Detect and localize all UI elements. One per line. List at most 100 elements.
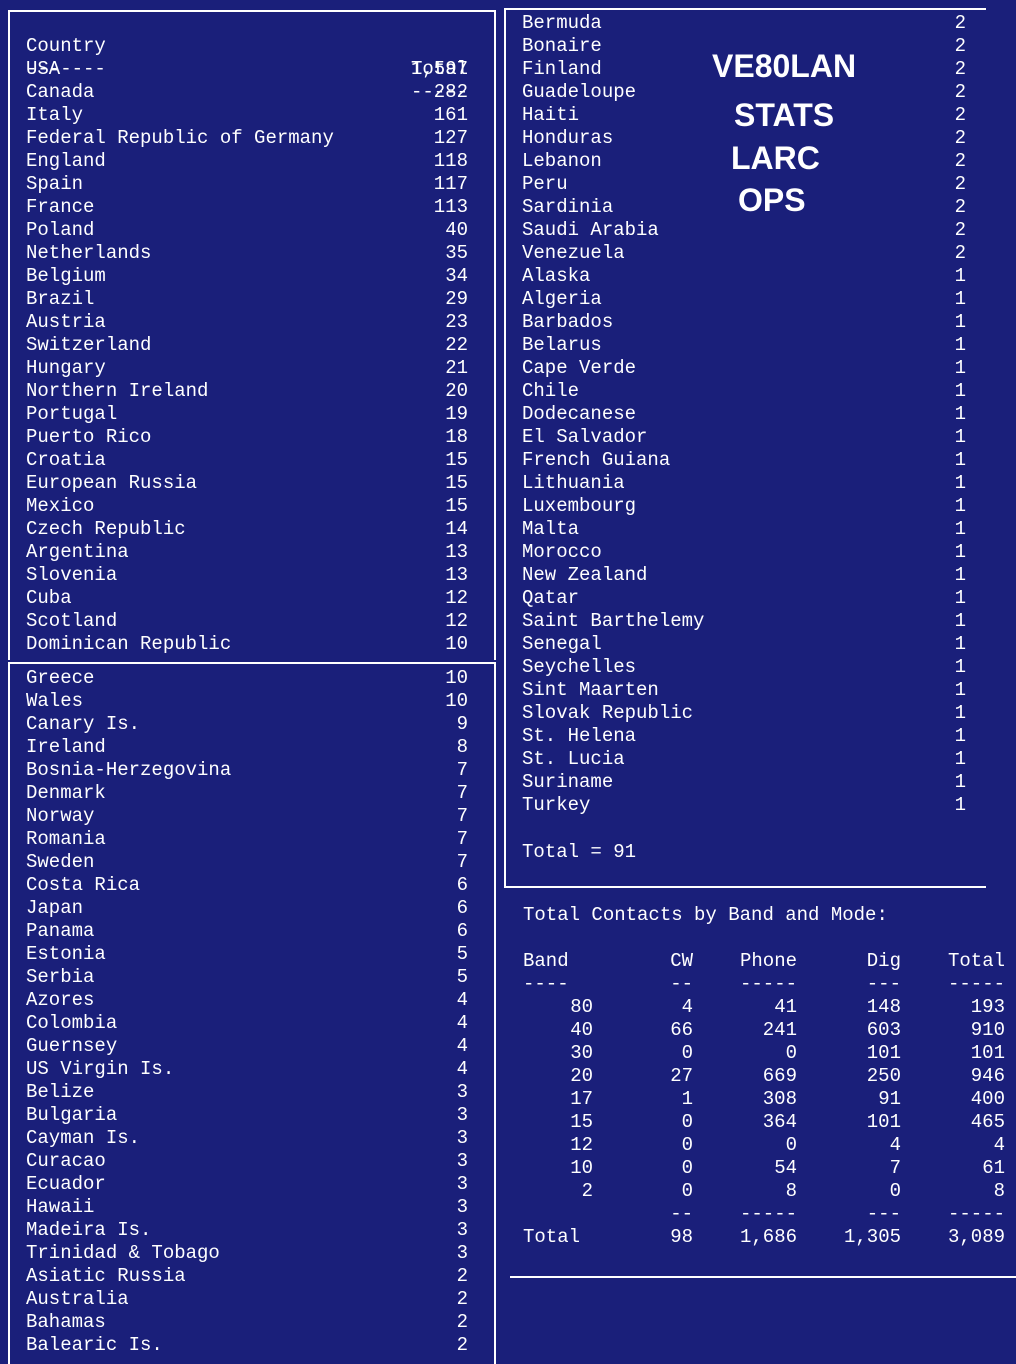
country-name: Guadeloupe bbox=[522, 81, 637, 103]
table-row: Canary Is. 9 bbox=[26, 713, 468, 736]
table-row: Bermuda 2 bbox=[522, 12, 966, 35]
country-name: Venezuela bbox=[522, 242, 625, 264]
band-cell: 20 bbox=[570, 1065, 593, 1087]
country-total: 18 bbox=[445, 426, 468, 448]
cw-cell: 66 bbox=[670, 1019, 693, 1041]
table-row: Mexico 15 bbox=[26, 495, 468, 518]
table-row: Sint Maarten 1 bbox=[522, 679, 966, 702]
country-total: 3 bbox=[456, 1173, 468, 1195]
heading-stats: STATS bbox=[734, 97, 835, 133]
table-row: Curacao 3 bbox=[26, 1150, 468, 1173]
table-row: Ireland 8 bbox=[26, 736, 468, 759]
country-total: 282 bbox=[433, 81, 468, 103]
country-name: Slovenia bbox=[26, 564, 118, 586]
country-total: 13 bbox=[445, 564, 468, 586]
country-name: Slovak Republic bbox=[522, 702, 694, 724]
country-name: Canary Is. bbox=[26, 713, 141, 735]
country-name: Romania bbox=[26, 828, 106, 850]
table-row: Wales 10 bbox=[26, 690, 468, 713]
table-row: Belgium 34 bbox=[26, 265, 468, 288]
table-row: 40 66 241 603 910 bbox=[523, 1019, 1005, 1042]
table-row: 15 0 364 101 465 bbox=[523, 1111, 1005, 1134]
band-column-header: Band bbox=[523, 950, 569, 972]
country-total: 117 bbox=[433, 173, 468, 195]
table-row: Senegal 1 bbox=[522, 633, 966, 656]
country-name: Ecuador bbox=[26, 1173, 106, 1195]
country-total: 1 bbox=[954, 472, 966, 494]
total-cell: 4 bbox=[993, 1134, 1005, 1156]
total-cell: 8 bbox=[993, 1180, 1005, 1202]
country-name: Argentina bbox=[26, 541, 129, 563]
dig-cell: 1,305 bbox=[843, 1226, 901, 1248]
country-name: Morocco bbox=[522, 541, 602, 563]
country-total: 1 bbox=[954, 633, 966, 655]
table-row: Norway 7 bbox=[26, 805, 468, 828]
dig-cell: --- bbox=[866, 1203, 901, 1225]
country-total: 29 bbox=[445, 288, 468, 310]
country-name: Bulgaria bbox=[26, 1104, 118, 1126]
country-name: Belarus bbox=[522, 334, 602, 356]
country-name: El Salvador bbox=[522, 426, 648, 448]
phone-cell: 308 bbox=[762, 1088, 797, 1110]
country-name: Panama bbox=[26, 920, 95, 942]
country-name: Lithuania bbox=[522, 472, 625, 494]
country-total: 6 bbox=[456, 920, 468, 942]
country-total: 7 bbox=[456, 828, 468, 850]
country-name: Qatar bbox=[522, 587, 580, 609]
country-name: Serbia bbox=[26, 966, 95, 988]
country-name: Brazil bbox=[26, 288, 95, 310]
country-total: 1,597 bbox=[410, 58, 468, 80]
band-cell: 80 bbox=[570, 996, 593, 1018]
table-row: Estonia 5 bbox=[26, 943, 468, 966]
country-name: Guernsey bbox=[26, 1035, 118, 1057]
country-name: Australia bbox=[26, 1288, 129, 1310]
country-name: Canada bbox=[26, 81, 95, 103]
table-row: Turkey 1 bbox=[522, 794, 966, 817]
header-divider: ---- -- ----- --- ----- bbox=[523, 973, 1005, 996]
dig-cell: 0 bbox=[889, 1180, 901, 1202]
table-row: Lithuania 1 bbox=[522, 472, 966, 495]
table-row: Barbados 1 bbox=[522, 311, 966, 334]
band-cell: 2 bbox=[581, 1180, 593, 1202]
country-total: 3 bbox=[456, 1196, 468, 1218]
table-row: Czech Republic 14 bbox=[26, 518, 468, 541]
table-row: Austria 23 bbox=[26, 311, 468, 334]
country-name: New Zealand bbox=[522, 564, 648, 586]
table-row: 30 0 0 101 101 bbox=[523, 1042, 1005, 1065]
country-name: Turkey bbox=[522, 794, 591, 816]
country-name: Croatia bbox=[26, 449, 106, 471]
country-name: Hawaii bbox=[26, 1196, 95, 1218]
country-name: Netherlands bbox=[26, 242, 152, 264]
table-row: Belize 3 bbox=[26, 1081, 468, 1104]
table-row: Greece 10 bbox=[26, 667, 468, 690]
table-row: Guernsey 4 bbox=[26, 1035, 468, 1058]
country-name: Sardinia bbox=[522, 196, 614, 218]
country-total: 1 bbox=[954, 564, 966, 586]
dig-divider: --- bbox=[866, 973, 901, 995]
country-total: 23 bbox=[445, 311, 468, 333]
phone-divider: ----- bbox=[739, 973, 797, 995]
cw-cell: 98 bbox=[670, 1226, 693, 1248]
country-total: 1 bbox=[954, 794, 966, 816]
country-total: 2 bbox=[954, 12, 966, 34]
table-row: 2 0 8 0 8 bbox=[523, 1180, 1005, 1203]
band-divider: ---- bbox=[523, 973, 569, 995]
table-row: 20 27 669 250 946 bbox=[523, 1065, 1005, 1088]
country-name: Bosnia-Herzegovina bbox=[26, 759, 232, 781]
country-total: 3 bbox=[456, 1219, 468, 1241]
country-total: 2 bbox=[954, 196, 966, 218]
table-row: Croatia 15 bbox=[26, 449, 468, 472]
heading-callsign: VE80LAN bbox=[712, 48, 857, 84]
country-total: 20 bbox=[445, 380, 468, 402]
country-list: Country Total ------- ----- USA 1,597 Cana… bbox=[26, 12, 468, 656]
table-row: Trinidad & Tobago 3 bbox=[26, 1242, 468, 1265]
phone-cell: 364 bbox=[762, 1111, 797, 1133]
country-name: Madeira Is. bbox=[26, 1219, 152, 1241]
country-list: Greece 10 Wales 10 Canary Is. 9 Ireland 8 Bosnia… bbox=[26, 667, 468, 1357]
table-row: Belarus 1 bbox=[522, 334, 966, 357]
country-total: 22 bbox=[445, 334, 468, 356]
country-name: St. Lucia bbox=[522, 748, 625, 770]
country-name: Greece bbox=[26, 667, 95, 689]
band-mode-table: Band CW Phone Dig Total ---- -- ----- --… bbox=[523, 950, 1005, 1249]
header-divider: ------- ----- bbox=[26, 35, 468, 103]
